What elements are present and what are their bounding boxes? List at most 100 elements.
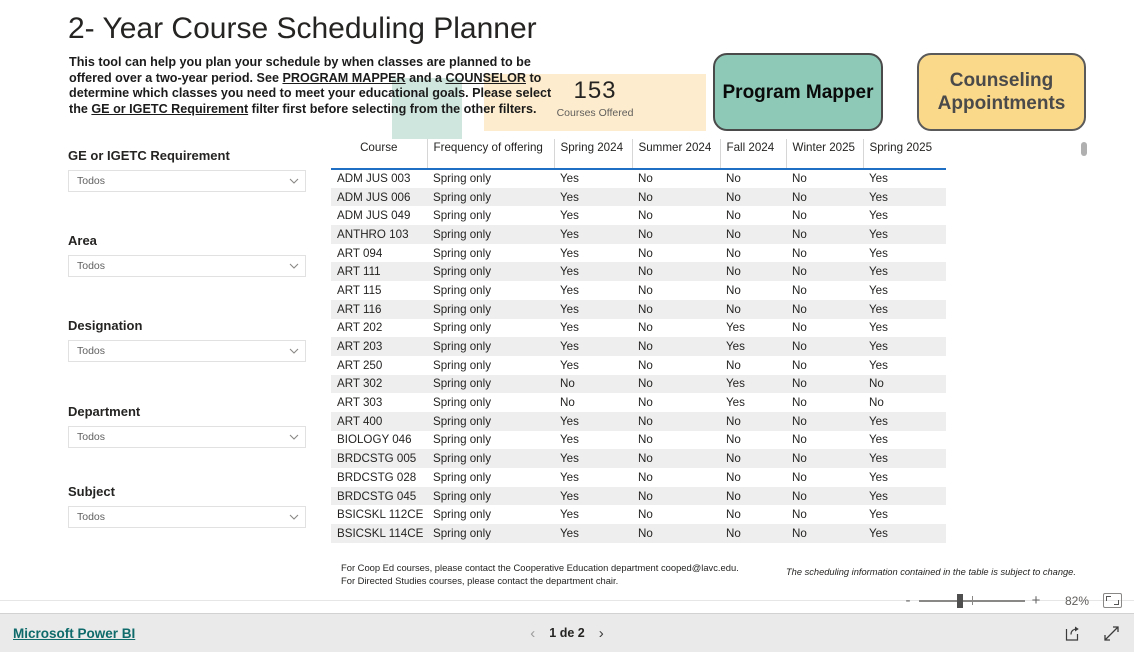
table-cell: Spring only: [433, 489, 492, 503]
table-row[interactable]: BRDCSTG 045 Spring only Yes No No No Yes: [331, 486, 946, 506]
table-vertical-scrollbar[interactable]: [1081, 142, 1087, 156]
table-cell: Yes: [869, 302, 888, 316]
link-ge-igetc-requirement[interactable]: GE or IGETC Requirement: [91, 102, 248, 116]
table-cell: Spring only: [433, 302, 492, 316]
table-row[interactable]: BIOLOGY 046 Spring only Yes No No No Yes: [331, 430, 946, 450]
zoom-slider[interactable]: [919, 593, 1025, 608]
table-row[interactable]: ADM JUS 006 Spring only Yes No No No Yes: [331, 187, 946, 207]
zoom-out-button[interactable]: -: [901, 593, 915, 608]
table-row[interactable]: BRDCSTG 028 Spring only Yes No No No Yes: [331, 468, 946, 487]
table-cell: No: [792, 340, 807, 354]
table-cell: No: [560, 396, 575, 410]
table-cell: No: [792, 508, 807, 522]
table-row[interactable]: ART 302 Spring only No No Yes No No: [331, 374, 946, 394]
table-cell: No: [726, 246, 741, 260]
table-cell: Yes: [560, 283, 579, 297]
intro-text-part-4: filter first before selecting from the o…: [248, 101, 537, 116]
table-cell: Yes: [869, 414, 888, 428]
table-cell: Spring only: [433, 396, 492, 410]
zoom-slider-thumb[interactable]: [957, 593, 963, 608]
table-cell: No: [792, 190, 807, 204]
table-cell: Yes: [560, 340, 579, 354]
report-canvas: 2- Year Course Scheduling Planner This t…: [0, 0, 1134, 601]
table-cell: Spring only: [433, 377, 492, 391]
column-header-winter-2025[interactable]: Winter 2025: [786, 139, 864, 169]
table-cell: No: [792, 470, 807, 484]
table-cell: No: [792, 526, 807, 540]
table-cell: Spring only: [433, 452, 492, 466]
zoom-control-strip: - + 82%: [0, 588, 1134, 613]
zoom-in-button[interactable]: +: [1029, 593, 1043, 608]
table-row[interactable]: ADM JUS 003 Spring only Yes No No No Yes: [331, 169, 946, 188]
table-row[interactable]: BRDCSTG 005 Spring only Yes No No No Yes: [331, 449, 946, 468]
column-header-fall-2024[interactable]: Fall 2024: [720, 139, 787, 169]
table-cell: No: [638, 433, 653, 447]
table-row[interactable]: ART 116 Spring only Yes No No No Yes: [331, 299, 946, 319]
table-row[interactable]: BSICSKL 112CE Spring only Yes No No No Yes: [331, 505, 946, 525]
column-header-summer-2024[interactable]: Summer 2024: [632, 139, 721, 169]
table-row[interactable]: ANTHRO 103 Spring only Yes No No No Yes: [331, 225, 946, 244]
table-cell: No: [792, 396, 807, 410]
table-cell: Yes: [560, 489, 579, 503]
column-header-course[interactable]: Course: [331, 139, 428, 169]
table-row[interactable]: ART 203 Spring only Yes No Yes No Yes: [331, 337, 946, 356]
table-cell: Yes: [869, 508, 888, 522]
fullscreen-icon[interactable]: [1103, 625, 1120, 642]
share-icon[interactable]: [1064, 625, 1081, 642]
table-row[interactable]: ART 115 Spring only Yes No No No Yes: [331, 281, 946, 300]
table-cell: Yes: [869, 358, 888, 372]
column-header-spring-2024[interactable]: Spring 2024: [554, 139, 633, 169]
program-mapper-button[interactable]: Program Mapper: [713, 53, 883, 131]
link-counselor[interactable]: COUNSELOR: [446, 71, 526, 85]
filter-value: Todos: [77, 345, 106, 357]
table-row[interactable]: ART 303 Spring only No No Yes No No: [331, 393, 946, 412]
table-cell: No: [638, 414, 653, 428]
chevron-down-icon: [289, 176, 299, 185]
table-cell: Spring only: [433, 470, 492, 484]
table-cell: ART 115: [337, 283, 382, 297]
table-cell: BSICSKL 112CE: [337, 508, 424, 522]
table-cell: No: [726, 526, 741, 540]
table-cell: No: [638, 508, 653, 522]
table-cell: ART 303: [337, 396, 383, 410]
course-schedule-table[interactable]: Course Frequency of offering Spring 2024 Su…: [331, 139, 1079, 559]
counseling-appointments-button[interactable]: Counseling Appointments: [917, 53, 1086, 131]
filter-dropdown[interactable]: Todos: [68, 340, 306, 362]
table-cell: ART 116: [337, 302, 382, 316]
page-indicator: 1 de 2: [549, 626, 585, 640]
table-cell: ANTHRO 103: [337, 227, 409, 241]
footnote-coop-ed: For Coop Ed courses, please contact the …: [341, 562, 739, 573]
table-cell: No: [792, 302, 807, 316]
next-page-button[interactable]: ›: [599, 626, 604, 641]
table-cell: No: [726, 265, 741, 279]
filter-dropdown[interactable]: Todos: [68, 170, 306, 192]
microsoft-power-bi-link[interactable]: Microsoft Power BI: [13, 626, 135, 641]
chevron-down-icon: [289, 432, 299, 441]
table-cell: No: [792, 209, 807, 223]
table-row[interactable]: ART 400 Spring only Yes No No No Yes: [331, 411, 946, 431]
fit-to-screen-icon[interactable]: [1103, 593, 1122, 608]
table-cell: No: [638, 190, 653, 204]
table-cell: Yes: [869, 489, 888, 503]
table-row[interactable]: ART 094 Spring only Yes No No No Yes: [331, 243, 946, 263]
table-cell: Spring only: [433, 433, 492, 447]
table-row[interactable]: ART 202 Spring only Yes No Yes No Yes: [331, 318, 946, 338]
table-row[interactable]: ART 250 Spring only Yes No No No Yes: [331, 355, 946, 375]
table-row[interactable]: BSICSKL 114CE Spring only Yes No No No Yes: [331, 524, 946, 543]
table-cell: No: [638, 321, 653, 335]
column-header-frequency-of-offering[interactable]: Frequency of offering: [427, 139, 555, 169]
filter-dropdown[interactable]: Todos: [68, 255, 306, 277]
table-cell: No: [726, 227, 741, 241]
filter-value: Todos: [77, 260, 106, 272]
table-cell: Spring only: [433, 246, 492, 260]
table-cell: No: [792, 489, 807, 503]
filter-dropdown[interactable]: Todos: [68, 506, 306, 528]
previous-page-button[interactable]: ‹: [530, 626, 535, 641]
table-row[interactable]: ART 111 Spring only Yes No No No Yes: [331, 262, 946, 282]
column-header-spring-2025[interactable]: Spring 2025: [863, 139, 946, 169]
table-cell: Spring only: [433, 340, 492, 354]
table-cell: No: [638, 526, 653, 540]
filter-dropdown[interactable]: Todos: [68, 426, 306, 448]
table-row[interactable]: ADM JUS 049 Spring only Yes No No No Yes: [331, 206, 946, 226]
link-program-mapper[interactable]: PROGRAM MAPPER: [282, 71, 405, 85]
